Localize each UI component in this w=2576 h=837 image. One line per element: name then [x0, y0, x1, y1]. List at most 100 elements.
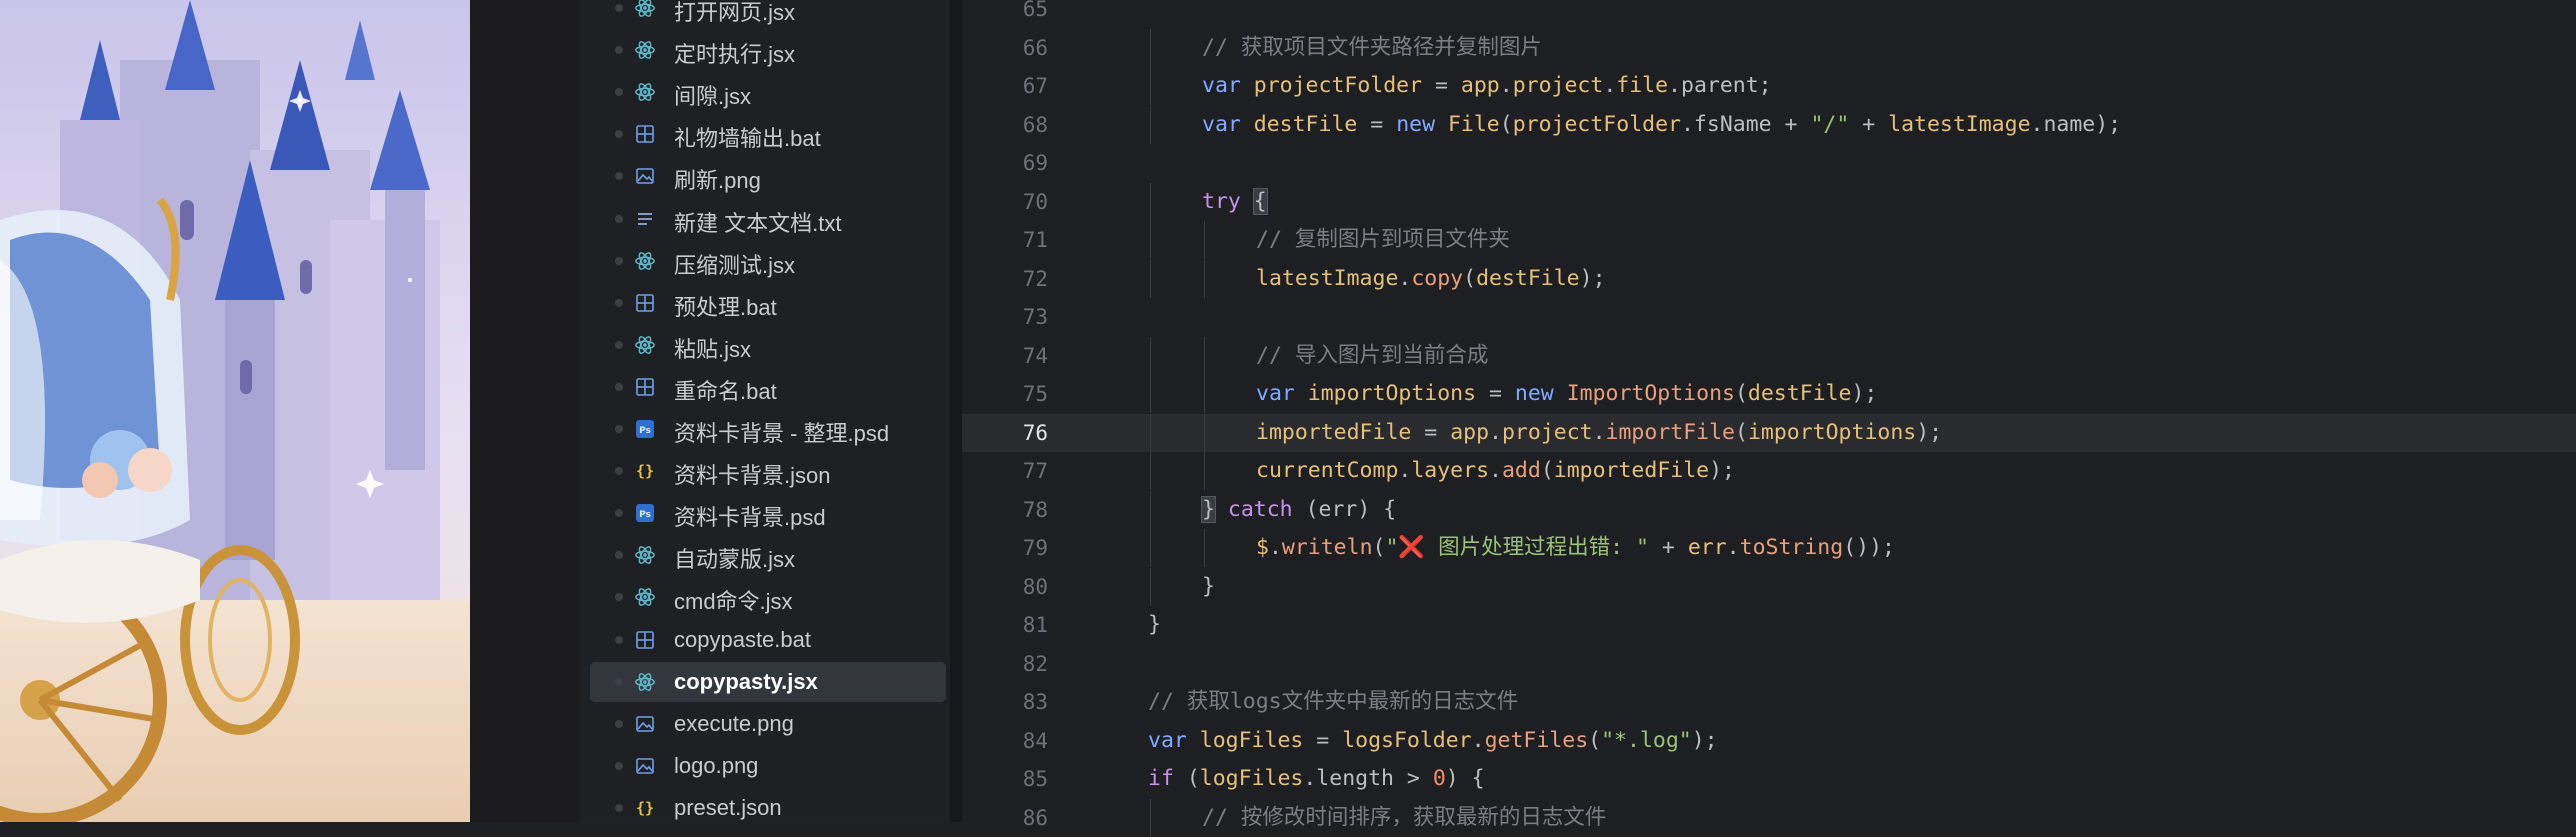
file-item[interactable]: 自动蒙版.jsx	[590, 535, 946, 575]
file-item[interactable]: Ps 资料卡背景.psd	[590, 493, 946, 533]
code-token: .	[1489, 419, 1502, 445]
file-item[interactable]: 压缩测试.jsx	[590, 241, 946, 281]
code-editor[interactable]: 65 66 // 获取项目文件夹路径并复制图片 67 var projectFolder…	[962, 0, 2576, 837]
code-line[interactable]: 65	[962, 0, 2576, 28]
code-text: var importOptions = new ImportOptions(de…	[1256, 375, 1877, 413]
code-token: importOptions	[1747, 419, 1917, 445]
file-item[interactable]: 预处理.bat	[590, 283, 946, 323]
file-item-label: copypasty.jsx	[674, 668, 818, 694]
code-token: "/"	[1810, 111, 1850, 137]
code-line[interactable]: 66 // 获取项目文件夹路径并复制图片	[962, 28, 2576, 67]
code-line[interactable]: 80}	[962, 567, 2576, 606]
file-item-label: preset.json	[674, 794, 782, 820]
code-token: =	[1303, 727, 1343, 753]
line-number: 74	[1022, 343, 1048, 368]
code-line[interactable]: 72 latestImage.copy(destFile);	[962, 259, 2576, 298]
code-token: latestImage	[1256, 265, 1399, 291]
tree-guide-dot	[615, 382, 623, 391]
file-item[interactable]: copypaste.bat	[590, 620, 946, 660]
code-text: importedFile = app.project.importFile(im…	[1256, 414, 1942, 452]
code-line[interactable]: 78} catch (err) {	[962, 490, 2576, 529]
code-line[interactable]: 70 try {	[962, 182, 2576, 221]
wallpaper-castle-illustration	[0, 0, 470, 822]
file-item[interactable]: 礼物墙输出.bat	[590, 114, 946, 154]
file-item-label: 间隙.jsx	[674, 84, 752, 110]
code-token: toString	[1739, 535, 1844, 560]
code-line[interactable]: 79 $.writeln("❌ 图片处理过程出错: " + err.toStrin…	[962, 529, 2576, 567]
code-token: logsFolder	[1342, 727, 1472, 753]
line-number: 85	[1022, 767, 1048, 791]
tree-guide-dot	[615, 425, 623, 433]
code-token: (	[1734, 381, 1748, 406]
tree-guide-dot	[615, 719, 623, 728]
line-number: 84	[1022, 728, 1048, 753]
code-token: .	[1489, 458, 1502, 483]
file-item[interactable]: {} 资料卡背景.json	[590, 451, 946, 491]
line-number: 67	[1022, 74, 1048, 98]
code-token: File	[1447, 111, 1500, 137]
code-token: (	[1588, 727, 1602, 753]
file-item[interactable]: 重命名.bat	[590, 367, 946, 407]
file-item[interactable]: copypasty.jsx	[590, 661, 946, 702]
code-line[interactable]: 83 // 获取logs文件夹中最新的日志文件	[962, 683, 2576, 721]
sidebar-divider[interactable]	[950, 0, 962, 822]
code-token: .	[1268, 535, 1282, 560]
code-line[interactable]: 73	[962, 298, 2576, 336]
code-token: .	[1592, 419, 1606, 445]
code-line[interactable]: 71 // 复制图片到项目文件夹	[962, 221, 2576, 259]
code-text: var projectFolder = app.project.file.par…	[1202, 67, 1772, 105]
code-text: // 复制图片到项目文件夹	[1256, 221, 1510, 259]
code-line[interactable]: 75 var importOptions = new ImportOptions(…	[962, 375, 2576, 413]
code-token: project	[1501, 419, 1593, 445]
code-token: logFiles	[1199, 727, 1304, 753]
code-token: .	[1603, 73, 1617, 98]
file-item[interactable]: 间隙.jsx	[590, 72, 946, 112]
code-line[interactable]: 69	[962, 144, 2576, 182]
file-item[interactable]: Ps 资料卡背景 - 整理.psd	[590, 409, 946, 449]
tree-guide-dot	[615, 761, 623, 770]
tree-guide-dot	[615, 551, 623, 560]
file-item[interactable]: execute.png	[590, 704, 946, 744]
tree-guide-dot	[615, 635, 623, 644]
svg-text:Ps: Ps	[639, 510, 651, 520]
code-token: =	[1476, 381, 1515, 406]
code-line[interactable]: 86 // 按修改时间排序，获取最新的日志文件	[962, 798, 2576, 837]
code-line[interactable]: 68 var destFile = new File(projectFolder.…	[962, 105, 2576, 144]
tree-guide-dot	[615, 88, 623, 97]
line-number: 79	[1022, 536, 1048, 560]
line-number: 86	[1022, 805, 1048, 830]
code-token: =	[1422, 73, 1461, 98]
indent-guide	[1150, 28, 1151, 67]
file-item[interactable]: 粘贴.jsx	[590, 325, 946, 365]
react-icon	[634, 334, 656, 356]
indent-guide	[1150, 798, 1151, 837]
line-number: 66	[1022, 35, 1048, 60]
file-item-label: 自动蒙版.jsx	[674, 547, 796, 573]
code-line[interactable]: 76 importedFile = app.project.importFile(…	[962, 413, 2576, 452]
code-line[interactable]: 67 var projectFolder = app.project.file.p…	[962, 67, 2576, 105]
code-token: // 获取项目文件夹路径并复制图片	[1202, 34, 1542, 60]
code-line[interactable]: 84 var logFiles = logsFolder.getFiles("*.…	[962, 722, 2576, 760]
file-item[interactable]: 新建 文本文档.txt	[590, 199, 946, 239]
file-item[interactable]: cmd命令.jsx	[590, 577, 946, 617]
indent-guide	[1150, 567, 1151, 606]
file-item[interactable]: logo.png	[590, 746, 946, 786]
code-line[interactable]: 82	[962, 645, 2576, 683]
code-token: parent;	[1681, 73, 1772, 98]
file-item-label: 压缩测试.jsx	[674, 252, 796, 278]
code-token: ImportOptions	[1566, 381, 1735, 406]
code-token: if	[1148, 766, 1187, 791]
code-line[interactable]: 85 if (logFiles.length > 0) {	[962, 760, 2576, 798]
code-token: err	[1687, 535, 1727, 560]
file-item[interactable]: 刷新.png	[590, 156, 946, 196]
file-item[interactable]: 定时执行.jsx	[590, 30, 946, 70]
code-token: .	[1471, 727, 1485, 753]
code-token: .	[1398, 458, 1412, 483]
tree-guide-dot	[615, 677, 623, 686]
code-line[interactable]: 77 currentComp.layers.add(importedFile);	[962, 452, 2576, 490]
code-line[interactable]: 74 // 导入图片到当前合成	[962, 336, 2576, 375]
code-line[interactable]: 81}	[962, 606, 2576, 644]
svg-text:Ps: Ps	[639, 426, 651, 436]
file-item[interactable]: 打开网页.jsx	[590, 0, 946, 28]
code-token: project	[1512, 73, 1604, 98]
